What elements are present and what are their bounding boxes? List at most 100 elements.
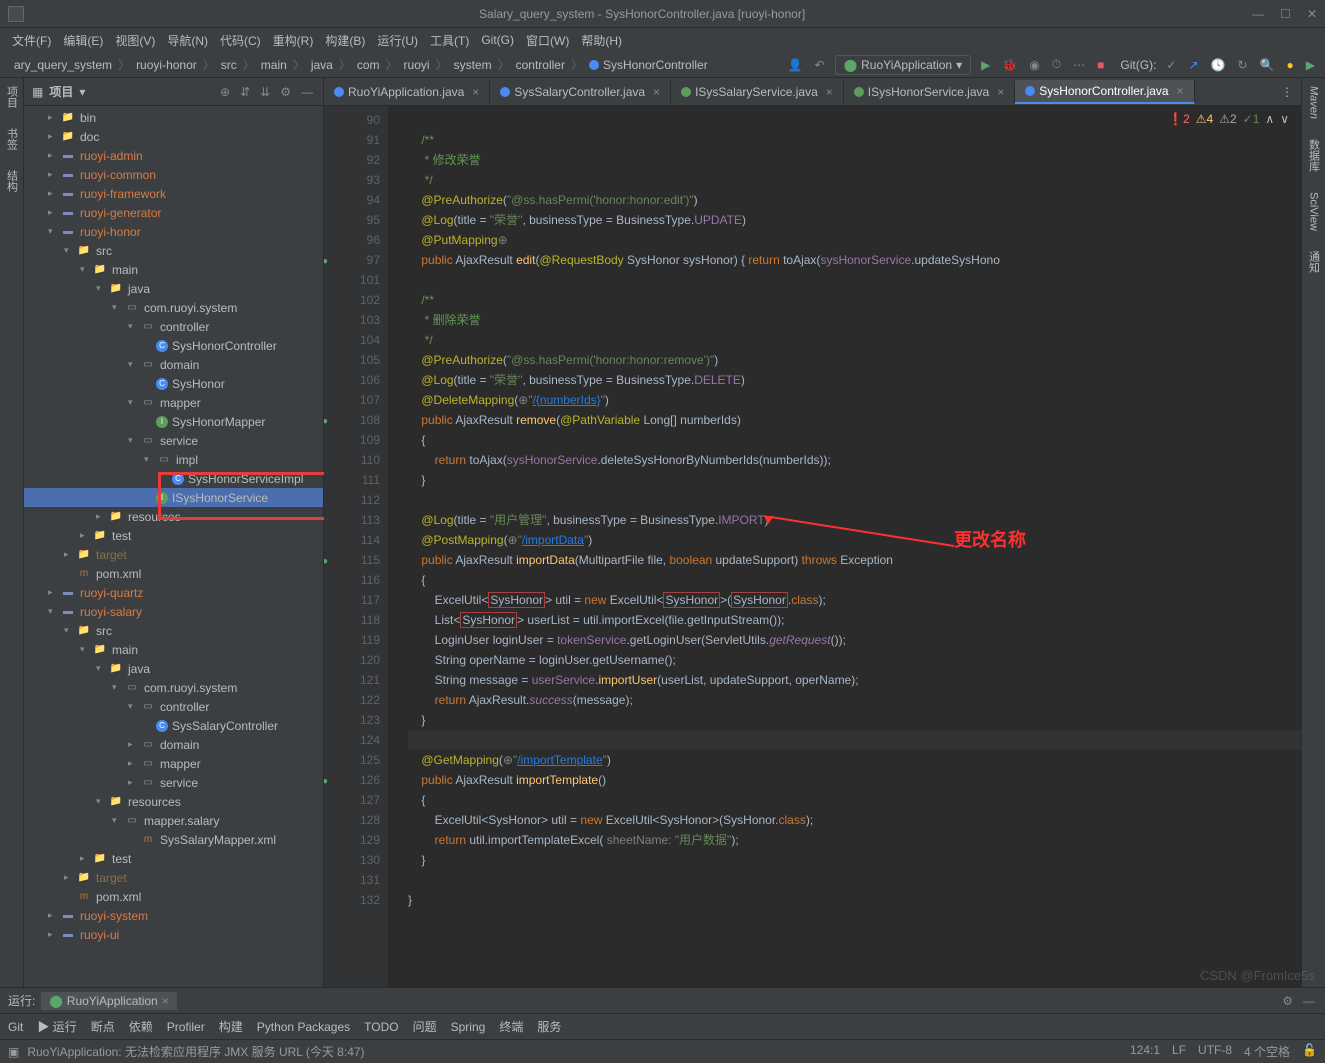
gutter-line[interactable]: 126●: [324, 770, 380, 790]
gutter-line[interactable]: 111: [324, 470, 380, 490]
code-line[interactable]: @DeleteMapping(⊕"/{numberIds}"): [408, 390, 1301, 410]
git-history-icon[interactable]: 🕓: [1209, 56, 1228, 74]
tree-arrow-icon[interactable]: ▾: [144, 454, 156, 465]
close-icon[interactable]: ×: [472, 85, 479, 99]
editor-tab[interactable]: SysHonorController.java×: [1015, 80, 1194, 104]
tree-item[interactable]: mSysSalaryMapper.xml: [24, 830, 323, 849]
gutter-line[interactable]: 102: [324, 290, 380, 310]
bottom-tab[interactable]: 问题: [413, 1018, 437, 1035]
tree-arrow-icon[interactable]: ▸: [48, 188, 60, 199]
close-icon[interactable]: ×: [162, 994, 169, 1008]
tree-item[interactable]: CSysSalaryController: [24, 716, 323, 735]
tree-item[interactable]: CSysHonorServiceImpl: [24, 469, 323, 488]
code-line[interactable]: LoginUser loginUser = tokenService.getLo…: [408, 630, 1301, 650]
inspection-widget[interactable]: ❗2 ⚠4 ⚠2 ✓1 ∧ ∨: [1164, 110, 1293, 128]
editor-tab[interactable]: SysSalaryController.java×: [490, 81, 671, 103]
status-icon[interactable]: ▣: [8, 1045, 19, 1059]
tree-arrow-icon[interactable]: ▸: [80, 530, 92, 541]
editor-tab[interactable]: ISysHonorService.java×: [844, 81, 1015, 103]
gutter-line[interactable]: 122: [324, 690, 380, 710]
bottom-tab[interactable]: ▶ 运行: [37, 1018, 76, 1035]
gutter-line[interactable]: 96: [324, 230, 380, 250]
close-icon[interactable]: ×: [997, 85, 1004, 99]
gutter-line[interactable]: 119: [324, 630, 380, 650]
code-line[interactable]: ExcelUtil<SysHonor> util = new ExcelUtil…: [408, 810, 1301, 830]
code-line[interactable]: {: [408, 570, 1301, 590]
tree-arrow-icon[interactable]: ▾: [128, 435, 140, 446]
tool-tab[interactable]: Maven: [1308, 86, 1320, 119]
code-line[interactable]: /**: [408, 290, 1301, 310]
code-line[interactable]: * 删除荣誉: [408, 310, 1301, 330]
gutter-line[interactable]: 105: [324, 350, 380, 370]
tree-arrow-icon[interactable]: ▾: [96, 796, 108, 807]
hide-icon[interactable]: —: [1301, 992, 1317, 1010]
code-line[interactable]: @Log(title = "荣誉", businessType = Busine…: [408, 210, 1301, 230]
tree-arrow-icon[interactable]: ▸: [64, 549, 76, 560]
menu-item[interactable]: 编辑(E): [59, 30, 107, 51]
caret-position[interactable]: 124:1: [1130, 1043, 1160, 1060]
run-button[interactable]: ▶: [979, 56, 992, 74]
tree-item[interactable]: ▾▭mapper: [24, 393, 323, 412]
tree-item[interactable]: ▸▬ruoyi-system: [24, 906, 323, 925]
tree-arrow-icon[interactable]: ▾: [128, 321, 140, 332]
settings-icon[interactable]: ⚙: [1280, 992, 1295, 1010]
gutter-line[interactable]: 106: [324, 370, 380, 390]
menu-item[interactable]: Git(G): [477, 31, 518, 49]
tree-arrow-icon[interactable]: ▾: [80, 264, 92, 275]
gutter-line[interactable]: 92: [324, 150, 380, 170]
down-icon[interactable]: ∨: [1280, 112, 1289, 126]
bottom-tab[interactable]: 服务: [537, 1018, 561, 1035]
code-line[interactable]: [408, 270, 1301, 290]
bottom-tab[interactable]: 构建: [219, 1018, 243, 1035]
git-push-icon[interactable]: ↗: [1186, 56, 1200, 74]
tree-item[interactable]: ▾▭service: [24, 431, 323, 450]
code-line[interactable]: }: [408, 470, 1301, 490]
bottom-tab[interactable]: Python Packages: [257, 1020, 350, 1034]
tree-item[interactable]: ▸▭domain: [24, 735, 323, 754]
line-separator[interactable]: LF: [1172, 1043, 1186, 1060]
gutter-line[interactable]: 130: [324, 850, 380, 870]
tree-item[interactable]: ▸📁bin: [24, 108, 323, 127]
bottom-tab[interactable]: TODO: [364, 1020, 398, 1034]
menu-item[interactable]: 视图(V): [111, 30, 159, 51]
maximize-button[interactable]: ☐: [1280, 7, 1291, 21]
tool-tab[interactable]: 项目: [4, 86, 20, 108]
up-icon[interactable]: ∧: [1265, 112, 1274, 126]
attach-button[interactable]: ⋯: [1071, 56, 1087, 74]
code-line[interactable]: String operName = loginUser.getUsername(…: [408, 650, 1301, 670]
tree-arrow-icon[interactable]: ▸: [128, 758, 140, 769]
tree-arrow-icon[interactable]: ▾: [64, 625, 76, 636]
code-line[interactable]: ExcelUtil<SysHonor> util = new ExcelUtil…: [408, 590, 1301, 610]
code-line[interactable]: @PreAuthorize("@ss.hasPermi('honor:honor…: [408, 350, 1301, 370]
tool-tab[interactable]: 通知: [1306, 251, 1322, 273]
code-line[interactable]: return util.importTemplateExcel( sheetNa…: [408, 830, 1301, 850]
gutter-line[interactable]: 107: [324, 390, 380, 410]
tree-item[interactable]: ▾📁main: [24, 640, 323, 659]
tree-arrow-icon[interactable]: ▸: [128, 739, 140, 750]
gutter-line[interactable]: 121: [324, 670, 380, 690]
tree-item[interactable]: IISysHonorService: [24, 488, 323, 507]
code-line[interactable]: @PostMapping(⊕"/importData"): [408, 530, 1301, 550]
tree-arrow-icon[interactable]: ▾: [96, 283, 108, 294]
tree-arrow-icon[interactable]: ▾: [48, 226, 60, 237]
gutter-line[interactable]: 104: [324, 330, 380, 350]
tree-item[interactable]: ▸▬ruoyi-quartz: [24, 583, 323, 602]
gutter-line[interactable]: 116: [324, 570, 380, 590]
close-button[interactable]: ✕: [1307, 7, 1317, 21]
code-line[interactable]: @PutMapping⊕: [408, 230, 1301, 250]
gutter-line[interactable]: 123: [324, 710, 380, 730]
code-line[interactable]: @Log(title = "荣誉", businessType = Busine…: [408, 370, 1301, 390]
breadcrumb-item[interactable]: java: [305, 56, 339, 74]
gutter-line[interactable]: 131: [324, 870, 380, 890]
menu-item[interactable]: 工具(T): [426, 30, 473, 51]
tree-arrow-icon[interactable]: ▸: [48, 207, 60, 218]
minimize-button[interactable]: —: [1252, 7, 1264, 21]
tree-item[interactable]: ▾▭impl: [24, 450, 323, 469]
tree-arrow-icon[interactable]: ▸: [48, 910, 60, 921]
close-icon[interactable]: ×: [653, 85, 660, 99]
code-line[interactable]: return toAjax(sysHonorService.deleteSysH…: [408, 450, 1301, 470]
tree-item[interactable]: ▸▬ruoyi-generator: [24, 203, 323, 222]
tree-item[interactable]: ISysHonorMapper: [24, 412, 323, 431]
code-line[interactable]: public AjaxResult edit(@RequestBody SysH…: [408, 250, 1301, 270]
expand-all-icon[interactable]: ⇵: [238, 83, 252, 101]
